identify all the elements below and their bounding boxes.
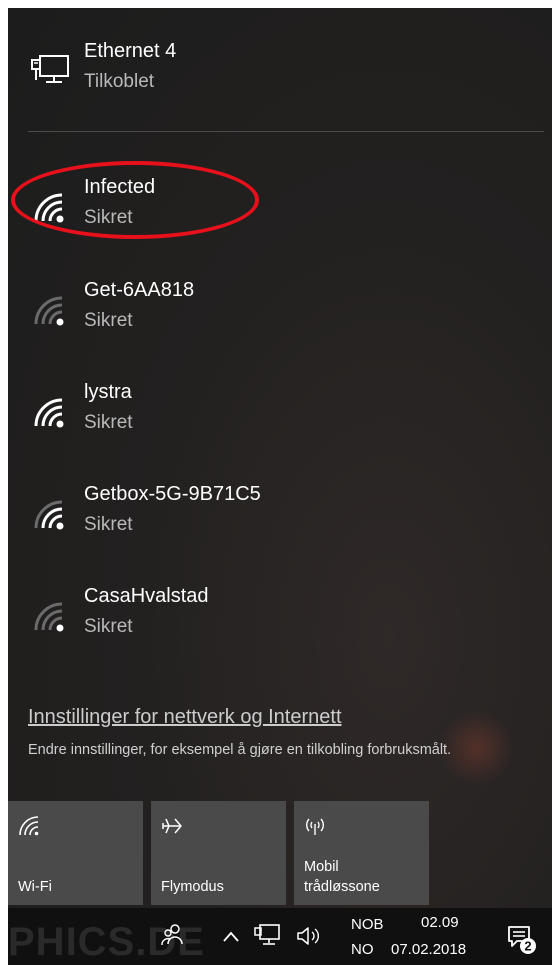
network-status: Sikret (84, 310, 133, 331)
people-icon[interactable] (160, 922, 186, 948)
tile-label-line: trådløssone (304, 879, 380, 895)
wifi-signal-icon (34, 296, 64, 326)
ethernet-connection[interactable]: Ethernet 4 Tilkoblet (8, 8, 552, 123)
keyboard-layout-indicator[interactable]: NO (351, 941, 374, 958)
wifi-network-item[interactable]: lystra Sikret (8, 376, 552, 456)
ethernet-status: Tilkoblet (84, 71, 155, 92)
chevron-up-icon[interactable] (221, 928, 241, 944)
wifi-network-item[interactable]: CasaHvalstad Sikret (8, 580, 552, 660)
wifi-signal-icon (34, 602, 64, 632)
network-tray-icon[interactable] (253, 923, 281, 949)
wifi-signal-icon (34, 398, 64, 428)
clock-time[interactable]: 02.09 (421, 914, 459, 931)
network-settings-description: Endre innstillinger, for eksempel å gjør… (28, 742, 452, 758)
network-status: Sikret (84, 412, 133, 433)
network-name: Getbox-5G-9B71C5 (84, 483, 261, 505)
network-status: Sikret (84, 616, 133, 637)
network-flyout: Ethernet 4 Tilkoblet Infected Sikret Get… (8, 8, 552, 908)
tile-label: Wi-Fi (18, 879, 52, 895)
wifi-toggle-tile[interactable]: Wi-Fi (8, 801, 143, 905)
taskbar: PHICS.DE NOB NO 02.09 07.02.2018 2 (8, 908, 552, 965)
ethernet-name: Ethernet 4 (84, 40, 177, 62)
divider (28, 131, 544, 132)
network-name: Get-6AA818 (84, 279, 195, 301)
airplane-mode-tile[interactable]: Flymodus (151, 801, 286, 905)
network-settings-link[interactable]: Innstillinger for nettverk og Internett (28, 706, 342, 729)
airplane-icon (162, 818, 182, 834)
wifi-signal-icon (34, 500, 64, 530)
wifi-network-item[interactable]: Getbox-5G-9B71C5 Sikret (8, 478, 552, 558)
tile-label-line: Mobil (304, 859, 339, 875)
tile-label: Flymodus (161, 879, 224, 895)
ethernet-icon (31, 55, 69, 83)
hotspot-icon (306, 818, 324, 835)
mobile-hotspot-tile[interactable]: Mobil trådløssone (294, 801, 429, 905)
wifi-network-item[interactable]: Get-6AA818 Sikret (8, 274, 552, 354)
clock-date[interactable]: 07.02.2018 (391, 941, 466, 958)
tile-label: Mobil trådløssone (304, 857, 380, 897)
wifi-icon (19, 816, 39, 836)
network-name: lystra (84, 381, 132, 403)
language-indicator[interactable]: NOB (351, 916, 384, 933)
network-name: CasaHvalstad (84, 585, 209, 607)
network-status: Sikret (84, 514, 133, 535)
notification-count: 2 (524, 939, 531, 954)
volume-icon[interactable] (295, 924, 323, 948)
highlight-oval (11, 161, 259, 239)
action-center-icon[interactable]: 2 (504, 922, 538, 956)
